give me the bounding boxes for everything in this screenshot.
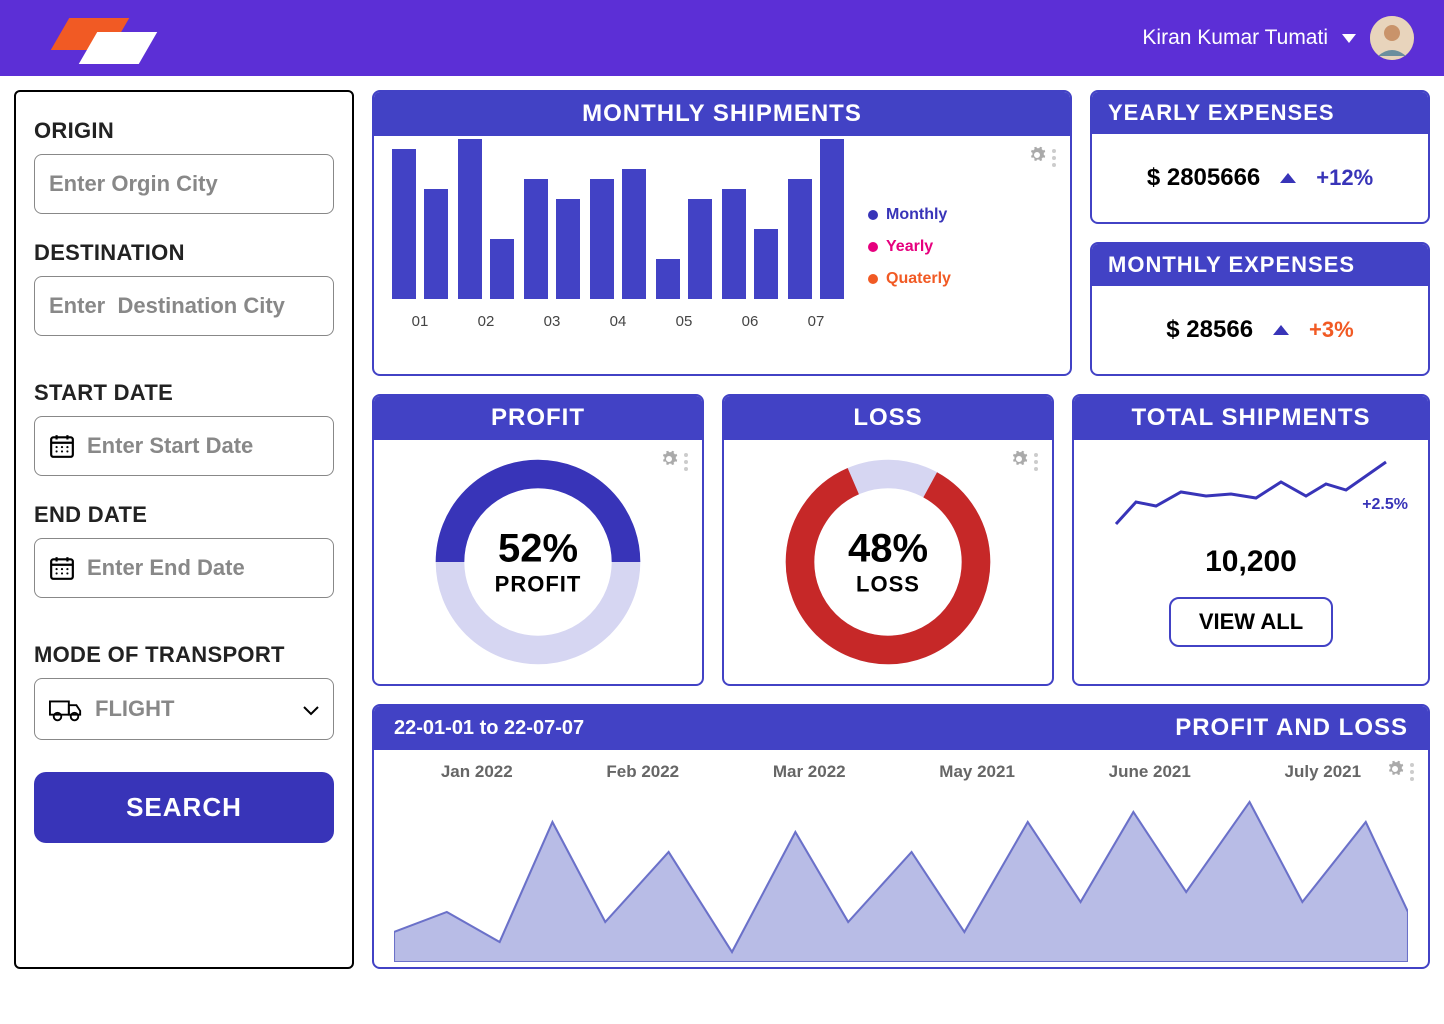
pnl-date-range: 22-01-01 to 22-07-07 — [394, 717, 584, 740]
view-all-button[interactable]: VIEW ALL — [1169, 597, 1333, 647]
profit-title: PROFIT — [374, 396, 702, 440]
gear-icon[interactable] — [1028, 146, 1046, 169]
user-name: Kiran Kumar Tumati — [1142, 26, 1328, 50]
monthly-shipments-card: MONTHLY SHIPMENTS 01 02 03 04 05 06 07 — [372, 90, 1072, 376]
monthly-expenses-pct: +3% — [1309, 317, 1354, 343]
origin-label: ORIGIN — [34, 118, 334, 144]
user-menu[interactable]: Kiran Kumar Tumati — [1142, 16, 1414, 60]
monthly-shipments-title: MONTHLY SHIPMENTS — [374, 92, 1070, 136]
avatar[interactable] — [1370, 16, 1414, 60]
monthly-expenses-title: MONTHLY EXPENSES — [1092, 244, 1428, 286]
end-date-label: END DATE — [34, 502, 334, 528]
profit-card: PROFIT 52% PROFIT — [372, 394, 704, 686]
calendar-icon — [49, 433, 75, 459]
trend-up-icon — [1280, 173, 1296, 183]
origin-input-wrapper — [34, 154, 334, 214]
legend-yearly[interactable]: Yearly — [868, 238, 951, 256]
mode-value: FLIGHT — [95, 696, 174, 722]
destination-label: DESTINATION — [34, 240, 334, 266]
more-icon[interactable] — [1410, 763, 1414, 781]
sparkline-chart — [1092, 454, 1410, 534]
more-icon[interactable] — [684, 453, 688, 471]
yearly-expenses-title: YEARLY EXPENSES — [1092, 92, 1428, 134]
monthly-expenses-value: $ 28566 — [1166, 316, 1253, 344]
total-shipments-title: TOTAL SHIPMENTS — [1074, 396, 1428, 440]
loss-pct: 48% — [848, 527, 928, 572]
calendar-icon — [49, 555, 75, 581]
mode-label: MODE OF TRANSPORT — [34, 642, 334, 668]
gear-icon[interactable] — [1386, 760, 1404, 783]
brand-logo — [30, 18, 140, 58]
app-header: Kiran Kumar Tumati — [0, 0, 1444, 76]
total-shipments-card: TOTAL SHIPMENTS +2.5% 10,200 VIEW ALL — [1072, 394, 1430, 686]
gear-icon[interactable] — [660, 450, 678, 473]
yearly-expenses-pct: +12% — [1316, 165, 1373, 191]
mode-select[interactable]: FLIGHT — [34, 678, 334, 740]
profit-label: PROFIT — [495, 572, 582, 598]
gear-icon[interactable] — [1010, 450, 1028, 473]
total-shipments-value: 10,200 — [1092, 545, 1410, 579]
start-date-input[interactable] — [87, 433, 319, 459]
bar-chart: 01 02 03 04 05 06 07 — [392, 150, 844, 330]
more-icon[interactable] — [1034, 453, 1038, 471]
end-date-input[interactable] — [87, 555, 319, 581]
area-chart — [394, 792, 1408, 962]
legend-quarterly[interactable]: Quaterly — [868, 270, 951, 288]
loss-title: LOSS — [724, 396, 1052, 440]
trend-up-icon — [1273, 325, 1289, 335]
search-button[interactable]: SEARCH — [34, 772, 334, 843]
end-date-wrapper — [34, 538, 334, 598]
yearly-expenses-value: $ 2805666 — [1147, 164, 1260, 192]
yearly-expenses-card: YEARLY EXPENSES $ 2805666 +12% — [1090, 90, 1430, 224]
loss-label: LOSS — [848, 572, 928, 598]
profit-pct: 52% — [495, 527, 582, 572]
profit-loss-card: 22-01-01 to 22-07-07 PROFIT AND LOSS Jan… — [372, 704, 1430, 969]
chevron-down-icon — [1342, 34, 1356, 43]
monthly-expenses-card: MONTHLY EXPENSES $ 28566 +3% — [1090, 242, 1430, 376]
truck-icon — [49, 695, 83, 723]
start-date-label: START DATE — [34, 380, 334, 406]
destination-input[interactable] — [49, 293, 319, 319]
start-date-wrapper — [34, 416, 334, 476]
loss-card: LOSS 48% LOSS — [722, 394, 1054, 686]
total-shipments-pct: +2.5% — [1362, 496, 1408, 514]
origin-input[interactable] — [49, 171, 319, 197]
chevron-down-icon — [303, 696, 319, 722]
chart-legend: Monthly Yearly Quaterly — [868, 150, 951, 330]
search-sidebar: ORIGIN DESTINATION START DATE END DATE — [14, 90, 354, 969]
pnl-x-axis: Jan 2022 Feb 2022 Mar 2022 May 2021 June… — [394, 762, 1408, 782]
legend-monthly[interactable]: Monthly — [868, 206, 951, 224]
more-icon[interactable] — [1052, 149, 1056, 167]
pnl-title: PROFIT AND LOSS — [1175, 714, 1408, 742]
destination-input-wrapper — [34, 276, 334, 336]
